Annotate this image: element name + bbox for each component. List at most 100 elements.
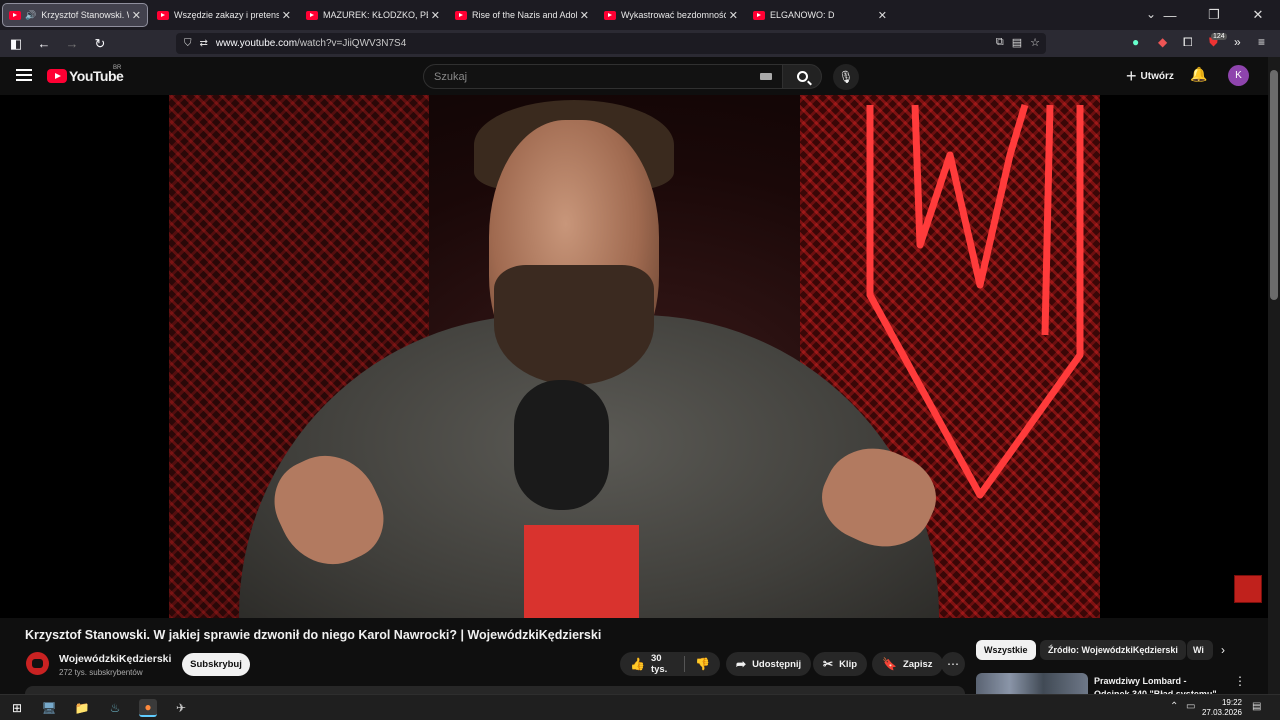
save-button[interactable]: 🔖 Zapisz	[872, 652, 943, 676]
youtube-favicon-icon	[753, 10, 765, 20]
recommendation-more-icon[interactable]: ⋮	[1234, 674, 1246, 688]
browser-tab-6[interactable]: ELGANOWO: D ✕	[747, 3, 893, 27]
keyboard-icon[interactable]	[760, 73, 772, 80]
tab-title: Wszędzie zakazy i pretensje! Lu	[174, 10, 279, 20]
chip-next-chevron-icon[interactable]: ›	[1221, 643, 1225, 657]
browser-tab-1[interactable]: 🔊 Krzysztof Stanowski. W jaki ✕	[2, 3, 148, 27]
thumbs-up-icon: 👍	[630, 657, 645, 671]
tab-title: Wykastrować bezdomność! Ust	[621, 10, 726, 20]
reader-view-icon[interactable]: ▤	[1012, 36, 1022, 49]
microphone-icon: 🎙	[838, 70, 854, 84]
tray-chevron-icon[interactable]: ⌃	[1170, 701, 1178, 712]
back-icon[interactable]: ←	[32, 36, 56, 51]
scissors-icon: ✂	[823, 657, 834, 671]
voice-search-button[interactable]: 🎙	[833, 64, 859, 90]
tab-title: ELGANOWO: D	[770, 10, 835, 20]
file-explorer-pc-icon[interactable]: 🖥	[40, 699, 58, 717]
restore-icon[interactable]: ❐	[1192, 7, 1236, 23]
create-label: Utwórz	[1140, 70, 1174, 82]
menu-hamburger-icon[interactable]: ≡	[1258, 35, 1265, 49]
share-label: Udostępnij	[752, 658, 802, 670]
shield-icon[interactable]: ⛉	[184, 38, 192, 49]
url-bar[interactable]: ⛉ ⇄ www.youtube.com/watch?v=JiiQWV3N7S4 …	[176, 33, 1046, 54]
app-icon[interactable]: ✈	[172, 699, 190, 717]
create-button[interactable]: + Utwórz	[1118, 65, 1182, 87]
youtube-play-icon	[47, 69, 67, 83]
subscriber-count: 272 tys. subskrybentów	[59, 668, 143, 677]
close-tab-icon[interactable]: ✕	[431, 9, 440, 22]
chip-all[interactable]: Wszystkie	[976, 640, 1036, 660]
clock-date: 27.03.2026	[1201, 708, 1242, 717]
notifications-icon[interactable]: ▤	[1252, 701, 1261, 712]
folder-icon[interactable]: 📁	[73, 699, 91, 717]
url-host: www.youtube.com	[215, 38, 298, 49]
guide-menu-icon[interactable]	[16, 69, 32, 81]
clip-label: Klip	[839, 658, 858, 670]
extensions-puzzle-icon[interactable]: ⧠	[1183, 35, 1193, 50]
browser-tab-3[interactable]: MAZUREK: KŁODZKO, PEDOFILI ✕	[300, 3, 446, 27]
video-player[interactable]	[0, 95, 1268, 618]
firefox-icon[interactable]: ●	[139, 699, 157, 717]
browser-tab-5[interactable]: Wykastrować bezdomność! Ust ✕	[598, 3, 744, 27]
vpn-extension-icon[interactable]: ●	[1132, 35, 1139, 49]
speaker-beard	[494, 265, 654, 385]
speaker-icon[interactable]: 🔊	[25, 10, 36, 21]
picture-in-picture-icon[interactable]: ⧉	[996, 36, 1004, 49]
thumbs-down-icon: 👎	[695, 657, 710, 671]
more-actions-button[interactable]: ⋯	[941, 652, 965, 676]
search-icon	[796, 71, 808, 82]
page-scrollbar[interactable]	[1268, 57, 1280, 698]
search-input[interactable]	[424, 65, 744, 88]
clock-time: 19:22	[1221, 698, 1242, 707]
browser-nav-bar: ◧ ← → ↻ ⛉ ⇄ www.youtube.com/watch?v=JiiQ…	[0, 30, 1280, 57]
fox-extension-icon[interactable]: ◆	[1158, 35, 1167, 49]
search-button[interactable]	[782, 64, 822, 89]
overflow-chevron-icon[interactable]: »	[1234, 35, 1241, 49]
close-tab-icon[interactable]: ✕	[580, 9, 589, 22]
save-label: Zapisz	[902, 658, 933, 670]
reload-icon[interactable]: ↻	[88, 36, 112, 52]
minimize-icon[interactable]: —	[1148, 8, 1192, 23]
like-dislike-group: 👍 30 tys. 👎	[620, 652, 720, 676]
close-tab-icon[interactable]: ✕	[878, 9, 887, 22]
browser-tab-4[interactable]: Rise of the Nazis and Adolf Hitl ✕	[449, 3, 595, 27]
notifications-bell-icon[interactable]: 🔔	[1190, 66, 1207, 83]
bookmark-star-icon[interactable]: ☆	[1030, 36, 1040, 49]
channel-name[interactable]: WojewódzkiKędzierski	[59, 653, 171, 665]
youtube-favicon-icon	[9, 10, 21, 20]
video-title: Krzysztof Stanowski. W jakiej sprawie dz…	[25, 628, 602, 642]
browser-tab-strip: 🔊 Krzysztof Stanowski. W jaki ✕ Wszędzie…	[0, 0, 1280, 30]
country-code: BR	[113, 65, 122, 71]
close-tab-icon[interactable]: ✕	[282, 9, 291, 22]
account-avatar[interactable]: K	[1228, 65, 1249, 86]
forward-icon[interactable]: →	[60, 36, 84, 51]
channel-watermark-icon[interactable]	[1234, 575, 1262, 603]
browser-tab-2[interactable]: Wszędzie zakazy i pretensje! Lu ✕	[151, 3, 297, 27]
clip-button[interactable]: ✂ Klip	[813, 652, 868, 676]
close-tab-icon[interactable]: ✕	[132, 9, 141, 22]
channel-avatar[interactable]	[26, 652, 49, 675]
chip-related[interactable]: Wi	[1187, 640, 1213, 660]
search-box	[423, 64, 783, 89]
chip-from-channel[interactable]: Źródło: WojewódzkiKędzierski	[1040, 640, 1186, 660]
windows-taskbar: ⊞ 🖥 📁 ♨ ● ✈ ⌃ ▭ 19:22 27.03.2026 ▤	[0, 694, 1280, 720]
dislike-button[interactable]: 👎	[685, 657, 720, 671]
youtube-favicon-icon	[604, 10, 616, 20]
plus-icon: +	[1126, 66, 1137, 86]
sidebar-toggle-icon[interactable]: ◧	[4, 36, 28, 52]
close-window-icon[interactable]: ✕	[1236, 7, 1280, 23]
tab-title: MAZUREK: KŁODZKO, PEDOFILI	[323, 10, 428, 20]
youtube-logo[interactable]: YouTube BR	[47, 65, 124, 84]
share-button[interactable]: ➦ Udostępnij	[726, 652, 812, 676]
url-path: /watch?v=JiiQWV3N7S4	[297, 38, 407, 49]
network-icon[interactable]: ▭	[1186, 701, 1195, 712]
like-button[interactable]: 👍 30 tys.	[620, 653, 686, 675]
windows-start-icon[interactable]: ⊞	[8, 699, 26, 717]
steam-icon[interactable]: ♨	[106, 699, 124, 717]
system-clock[interactable]: 19:22 27.03.2026	[1202, 698, 1242, 718]
like-count: 30 tys.	[650, 653, 668, 675]
scrollbar-thumb[interactable]	[1270, 70, 1278, 300]
close-tab-icon[interactable]: ✕	[729, 9, 738, 22]
subscribe-button[interactable]: Subskrybuj	[182, 653, 250, 676]
permissions-icon[interactable]: ⇄	[200, 38, 208, 49]
